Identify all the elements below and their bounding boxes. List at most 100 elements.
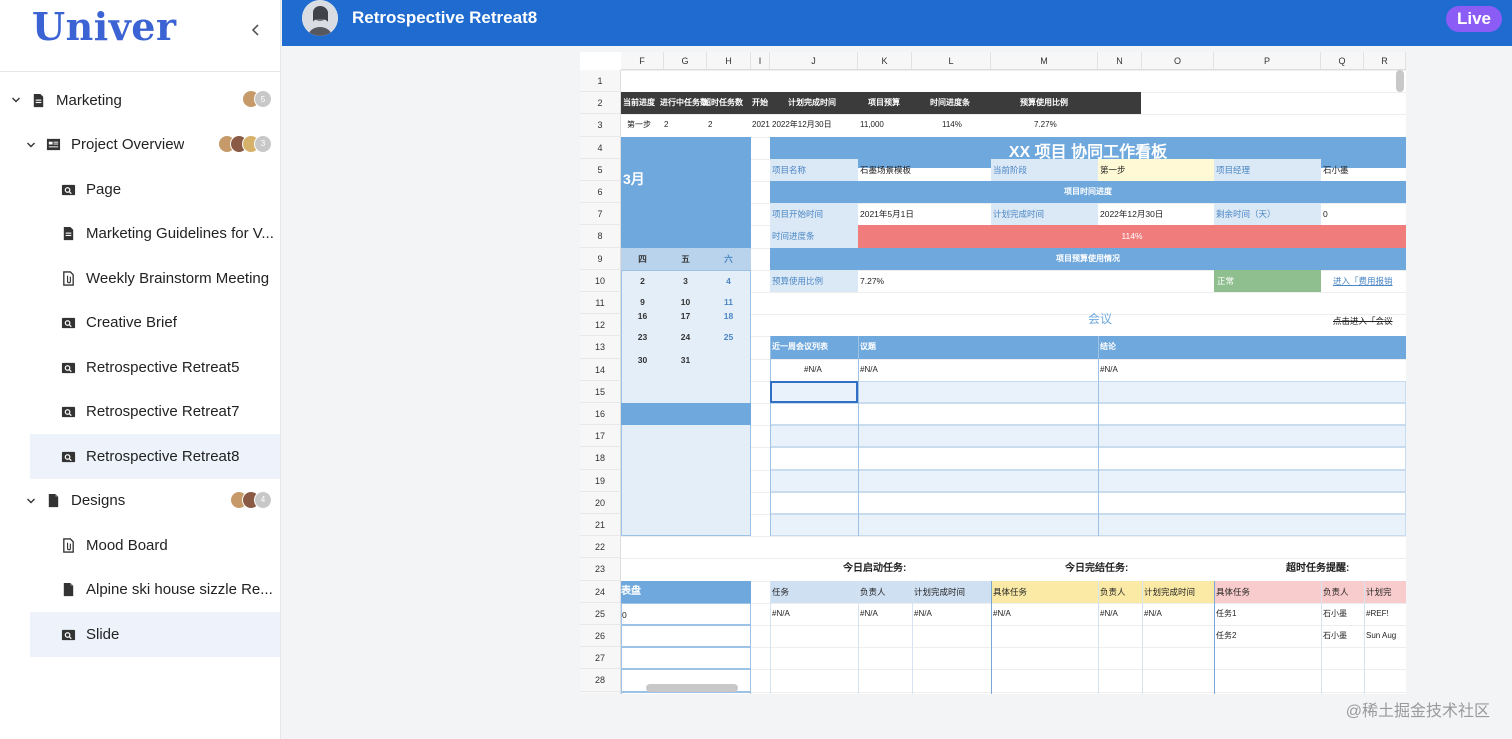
sidebar-item-retrospective-retreat5[interactable]: Retrospective Retreat5 [0, 345, 280, 390]
sheet-grid[interactable]: FGHIJKLMNOPQR 1 2 3 4 5 6 7 8 9 10 11 12 13 14 15 16 17 1… [580, 52, 1406, 694]
sidebar-item-designs[interactable]: Designs 4 [0, 479, 280, 524]
row-header[interactable]: 8 [580, 225, 621, 248]
file-icon [45, 493, 61, 509]
row-header[interactable]: 22 [580, 536, 621, 559]
row-header[interactable]: 17 [580, 425, 621, 448]
column-header[interactable]: I [751, 52, 770, 70]
chevron-down-icon[interactable] [10, 94, 22, 106]
chevron-down-icon[interactable] [25, 495, 37, 507]
task-start-header: 计划完成时间 [912, 580, 991, 603]
column-header[interactable]: F [621, 52, 664, 70]
row-header[interactable]: 20 [580, 491, 621, 514]
sidebar-item-creative-brief[interactable]: Creative Brief [0, 301, 280, 346]
row-header[interactable]: 10 [580, 269, 621, 292]
time-section-header: 项目时间进度 [770, 181, 1406, 204]
sidebar-item-marketing-guidelines-for-v[interactable]: Marketing Guidelines for V... [0, 212, 280, 257]
live-button[interactable]: Live [1446, 6, 1502, 32]
page-icon [60, 315, 76, 331]
row-header[interactable]: 7 [580, 203, 621, 226]
sidebar-item-mood-board[interactable]: Mood Board [0, 523, 280, 568]
row-header[interactable]: 25 [580, 602, 621, 625]
task-start-header: 负责人 [858, 580, 912, 603]
sidebar-item-weekly-brainstorm-meeting[interactable]: Weekly Brainstorm Meeting [0, 256, 280, 301]
row-header[interactable]: 5 [580, 158, 621, 181]
sidebar-item-label: Marketing Guidelines for V... [86, 225, 274, 243]
column-header[interactable]: J [770, 52, 858, 70]
meeting-link[interactable]: 点击进入「会议 [1321, 310, 1406, 332]
calendar-day: 2 [640, 275, 645, 286]
file-icon [60, 582, 76, 598]
sidebar-item-project-overview[interactable]: Project Overview 3 [0, 123, 280, 168]
today-end-title: 今日完结任务: [1065, 563, 1129, 575]
stage-value: 第一步 [1098, 158, 1214, 181]
calendar-weekday: 四 [638, 253, 647, 264]
row-header[interactable]: 28 [580, 669, 621, 692]
row-header[interactable]: 23 [580, 558, 621, 581]
collaborator-avatars[interactable]: 5 [242, 90, 272, 108]
column-header[interactable]: R [1364, 52, 1406, 70]
column-header[interactable]: Q [1321, 52, 1364, 70]
column-header[interactable]: G [664, 52, 707, 70]
sidebar-item-marketing[interactable]: Marketing 5 [0, 78, 280, 123]
sidebar-item-slide[interactable]: Slide [30, 612, 280, 657]
task-end-cell: #N/A [1100, 608, 1118, 618]
row-header[interactable]: 19 [580, 469, 621, 492]
row-header[interactable]: 13 [580, 336, 621, 359]
manager-label: 项目经理 [1214, 158, 1321, 181]
row-header[interactable]: 29 [580, 691, 621, 694]
sidebar-item-retrospective-retreat8[interactable]: Retrospective Retreat8 [30, 434, 280, 479]
collaborator-avatars[interactable]: 4 [230, 490, 272, 509]
column-header[interactable]: P [1214, 52, 1321, 70]
sidebar-item-label: Marketing [56, 91, 122, 109]
user-avatar[interactable] [302, 0, 338, 36]
calendar-weekday: 六 [724, 253, 733, 264]
row-header[interactable]: 24 [580, 580, 621, 603]
task-end-header: 计划完成时间 [1142, 580, 1214, 603]
row-header[interactable]: 18 [580, 447, 621, 470]
column-header[interactable]: M [991, 52, 1098, 70]
vertical-scrollbar[interactable] [1396, 70, 1404, 92]
sidebar-item-retrospective-retreat7[interactable]: Retrospective Retreat7 [0, 390, 280, 435]
selected-cell[interactable] [770, 380, 858, 403]
column-header[interactable]: N [1098, 52, 1142, 70]
sidebar-item-alpine-ski-house-sizzle-re[interactable]: Alpine ski house sizzle Re... [0, 568, 280, 613]
chevron-left-icon[interactable] [248, 20, 264, 40]
sidebar-item-label: Alpine ski house sizzle Re... [86, 581, 273, 599]
pdf-icon [45, 137, 61, 153]
row-header[interactable]: 14 [580, 358, 621, 381]
chevron-down-icon[interactable] [25, 139, 37, 151]
row-header[interactable]: 1 [580, 70, 621, 93]
sidebar-item-label: Retrospective Retreat8 [86, 447, 240, 465]
row-header[interactable]: 4 [580, 136, 621, 159]
row-header[interactable]: 6 [580, 181, 621, 204]
row-header[interactable]: 27 [580, 647, 621, 670]
row-header[interactable]: 26 [580, 625, 621, 648]
column-header[interactable]: O [1142, 52, 1214, 70]
budget-link[interactable]: 进入「费用报销 [1321, 270, 1406, 292]
row-header[interactable]: 21 [580, 514, 621, 537]
row-header[interactable]: 9 [580, 247, 621, 270]
grid-line [912, 580, 913, 694]
budget-status: 正常 [1214, 269, 1321, 292]
row-header[interactable]: 3 [580, 114, 621, 137]
calendar-day: 3 [683, 275, 688, 286]
row-header[interactable]: 15 [580, 380, 621, 403]
meeting-title: 会议 [1087, 312, 1112, 327]
doc-icon [60, 226, 76, 242]
meeting-row [770, 380, 1406, 403]
spreadsheet[interactable]: FGHIJKLMNOPQR 1 2 3 4 5 6 7 8 9 10 11 12 13 14 15 16 17 1… [580, 52, 1406, 694]
column-header[interactable]: L [912, 52, 991, 70]
column-header[interactable]: K [858, 52, 912, 70]
sidebar-item-page[interactable]: Page [0, 167, 280, 212]
horizontal-scrollbar[interactable] [646, 684, 738, 692]
grid-line [1364, 580, 1365, 694]
row-header[interactable]: 12 [580, 314, 621, 337]
meeting-value-cell: #N/A [804, 364, 822, 374]
row-header[interactable]: 16 [580, 403, 621, 426]
sidebar-item-label: Retrospective Retreat7 [86, 403, 240, 421]
clip-icon [60, 537, 76, 553]
row-header[interactable]: 2 [580, 92, 621, 115]
collaborator-avatars[interactable]: 3 [218, 134, 272, 153]
row-header[interactable]: 11 [580, 292, 621, 315]
column-header[interactable]: H [707, 52, 751, 70]
